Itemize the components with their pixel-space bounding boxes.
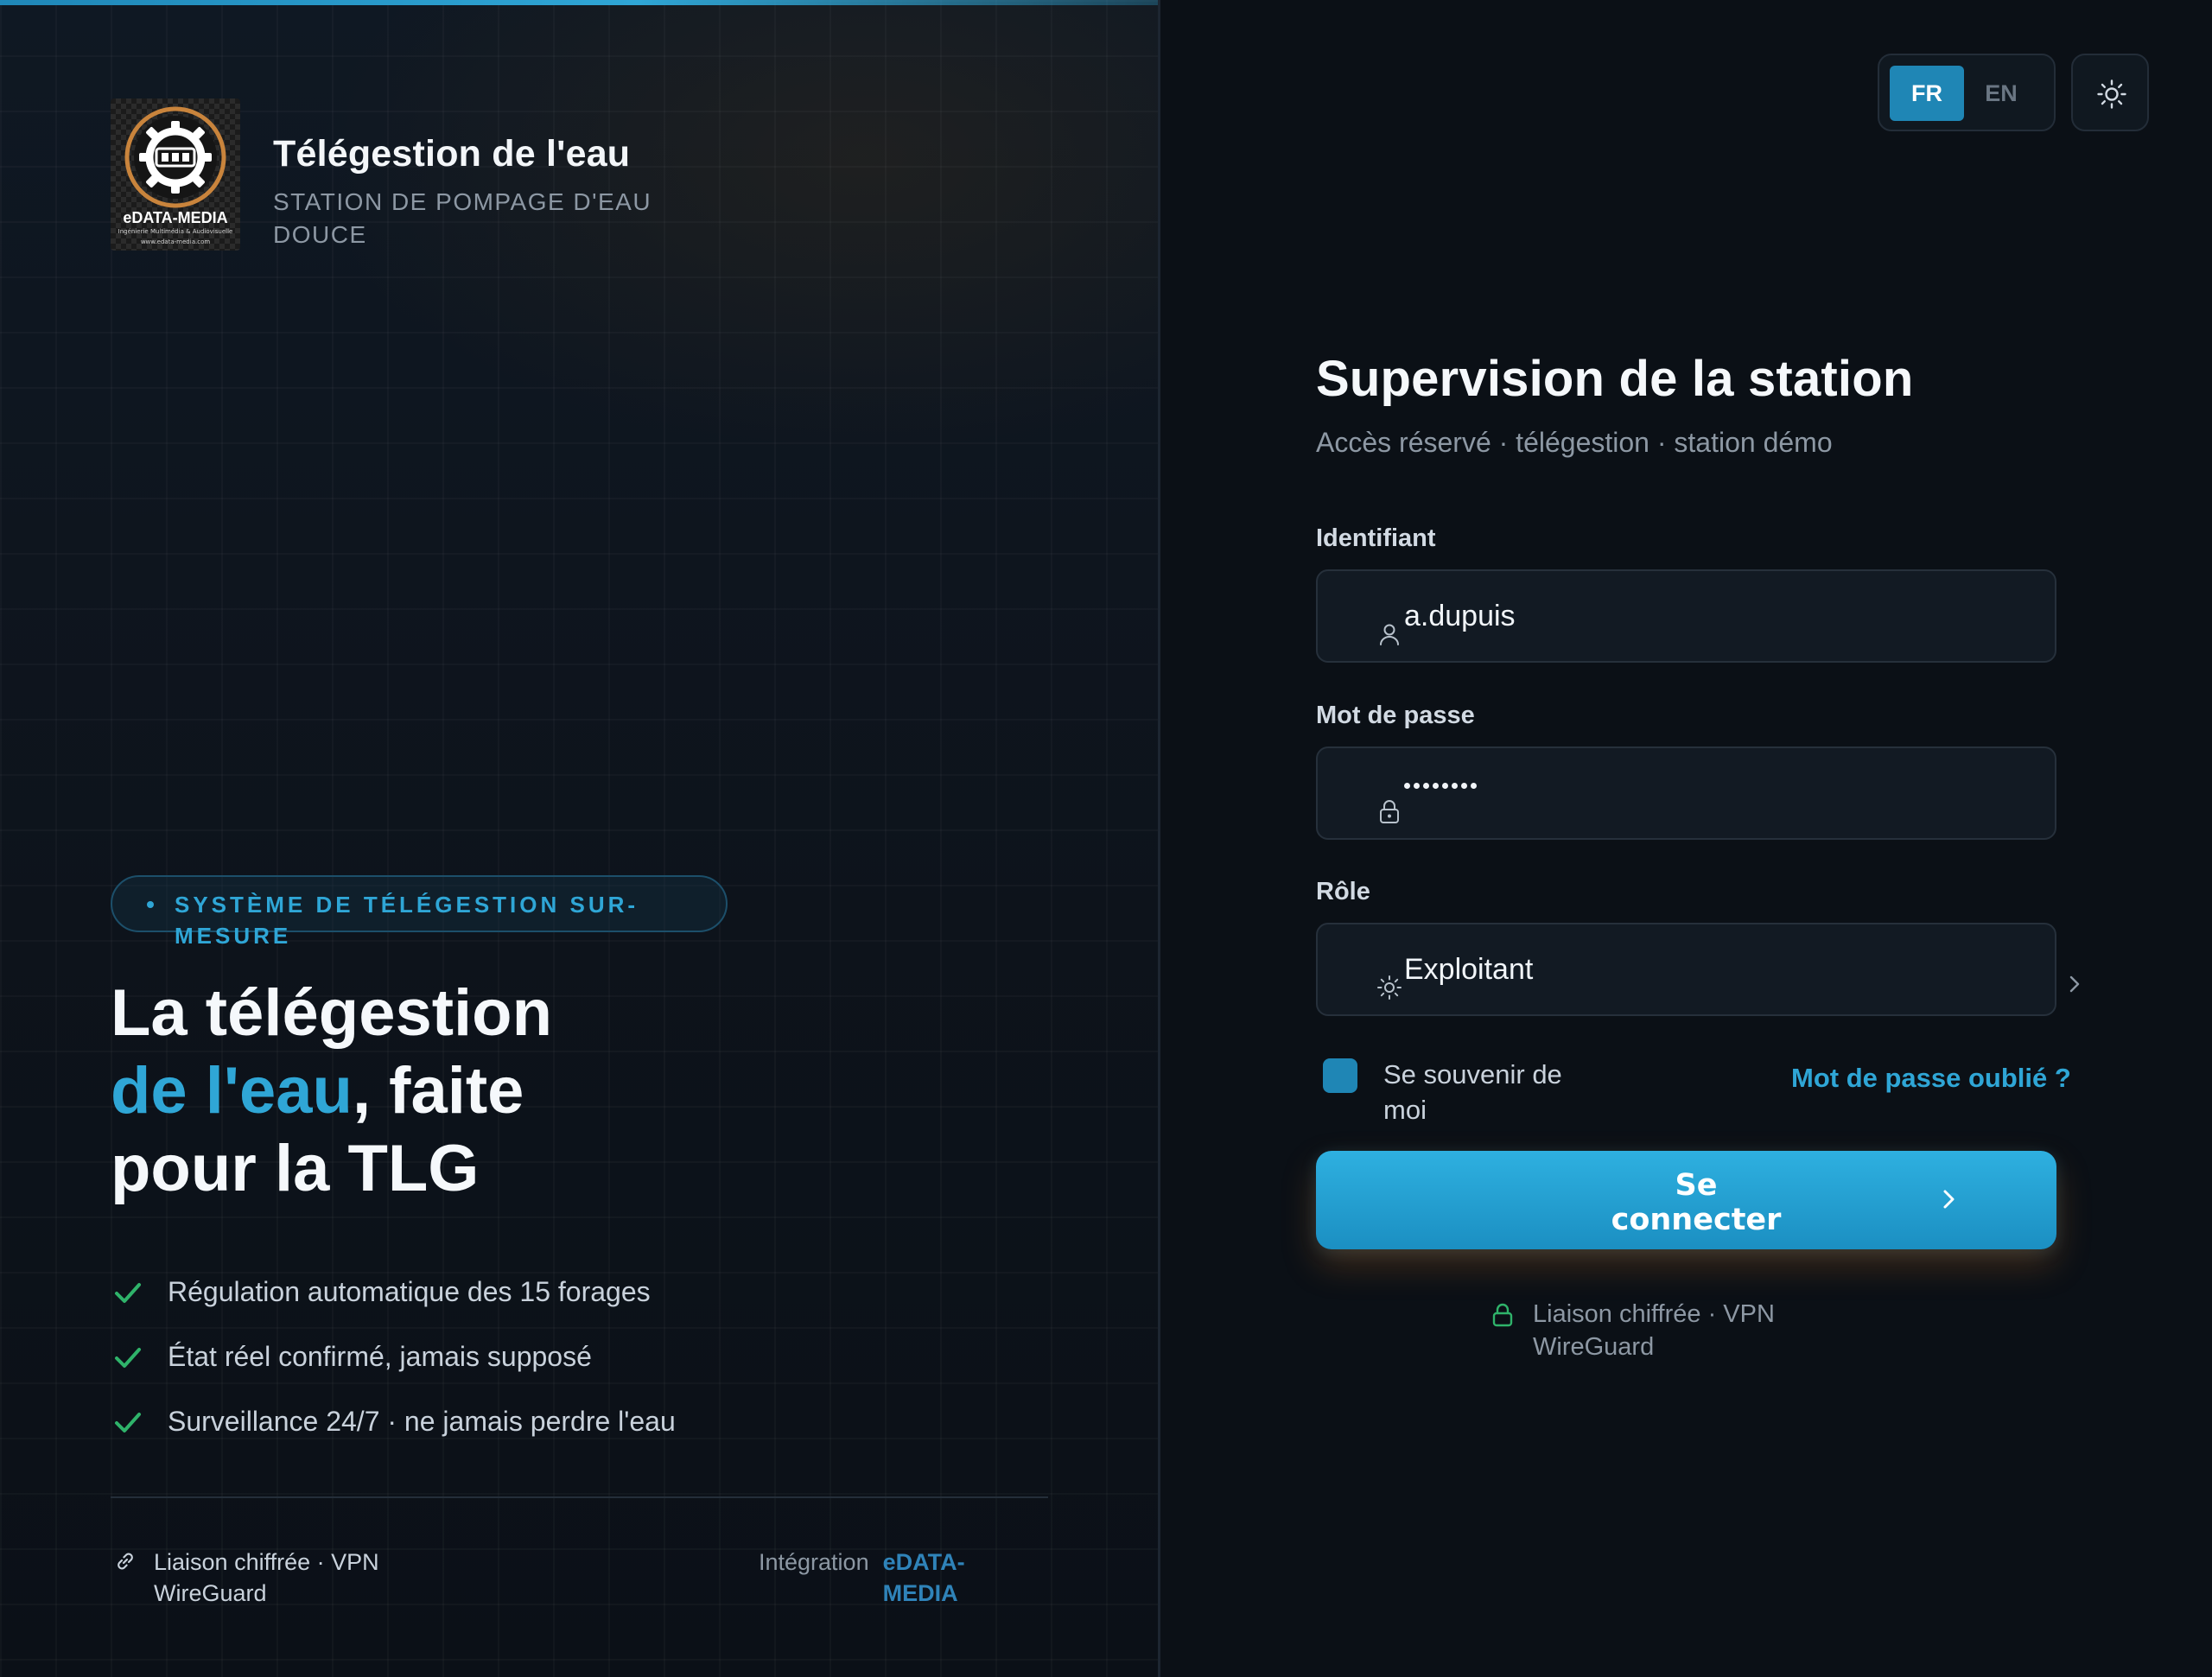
logo-url: www.edata-media.com xyxy=(140,238,211,245)
username-field[interactable] xyxy=(1316,569,2056,663)
remember-label: Se souvenir de moi xyxy=(1383,1059,1562,1125)
vpn-notice: Liaison chiffrée · VPN WireGuard xyxy=(114,1547,413,1609)
login-button-label: Se connecter xyxy=(1611,1168,1782,1237)
brand-subtitle: STATION DE POMPAGE D'EAU DOUCE xyxy=(273,188,652,248)
secure-connection-label: Liaison chiffrée · VPN WireGuard xyxy=(1533,1300,1775,1361)
hero-panel: eDATA-MEDIA Ingénierie Multimédia & Audi… xyxy=(0,0,1160,1677)
lang-en-button[interactable]: EN xyxy=(1964,66,2038,121)
logo-wordmark: eDATA-MEDIA xyxy=(123,209,228,226)
feature-label: État réel confirmé, jamais supposé xyxy=(168,1341,592,1372)
brand-text: Télégestion de l'eau STATION DE POMPAGE … xyxy=(273,133,653,251)
hero-line-2: , faite xyxy=(352,1054,524,1128)
feature-label: Régulation automatique des 15 forages xyxy=(168,1276,651,1307)
hero-line-3: pour la TLG xyxy=(111,1132,480,1205)
feature-list: Régulation automatique des 15 forages Ét… xyxy=(111,1260,676,1454)
role-value: Exploitant xyxy=(1404,953,1534,986)
role-label: Rôle xyxy=(1316,878,1370,905)
forgot-password-link[interactable]: Mot de passe oublié ? xyxy=(1791,1063,2071,1094)
login-title: Supervision de la station xyxy=(1316,351,1914,407)
brand-block: eDATA-MEDIA Ingénierie Multimédia & Audi… xyxy=(111,98,653,251)
password-label: Mot de passe xyxy=(1316,702,1475,729)
brand-title: Télégestion de l'eau xyxy=(273,133,631,175)
feature-label: Surveillance 24/7 · ne jamais perdre l'e… xyxy=(168,1406,676,1437)
badge-dot xyxy=(147,901,154,908)
lang-fr-button[interactable]: FR xyxy=(1890,66,1964,121)
footer-divider xyxy=(111,1496,1048,1498)
gear-film-icon xyxy=(124,106,226,208)
lock-icon xyxy=(1492,1303,1513,1327)
chevron-right-icon[interactable] xyxy=(2063,973,2086,995)
language-switch: FR EN xyxy=(1878,54,2056,131)
hero-accent: de l'eau xyxy=(111,1054,353,1128)
link-icon xyxy=(118,1553,133,1570)
secure-connection-note: Liaison chiffrée · VPN WireGuard xyxy=(1491,1298,1792,1363)
check-icon xyxy=(115,1347,141,1368)
role-select[interactable]: Exploitant xyxy=(1316,923,2056,1016)
edata-media-logo: eDATA-MEDIA Ingénierie Multimédia & Audi… xyxy=(111,98,240,251)
login-panel: FR EN Supervision de la station Accès ré… xyxy=(1160,0,2212,1677)
logo-tagline: Ingénierie Multimédia & Audiovisuelle xyxy=(118,228,233,235)
integration-credit: Intégration eDATA-MEDIA xyxy=(759,1547,987,1609)
feature-item: Surveillance 24/7 · ne jamais perdre l'e… xyxy=(111,1389,676,1454)
remember-me: Se souvenir de moi xyxy=(1323,1058,1582,1128)
integration-label: Intégration xyxy=(759,1549,869,1575)
lock-icon xyxy=(1380,800,1399,823)
system-badge: SYSTÈME DE TÉLÉGESTION SUR-MESURE xyxy=(111,875,728,949)
hero-heading: La télégestion de l'eau, faite pour la T… xyxy=(111,975,646,1208)
login-page: eDATA-MEDIA Ingénierie Multimédia & Audi… xyxy=(0,0,2212,1677)
user-icon xyxy=(1380,624,1399,645)
password-field[interactable] xyxy=(1316,746,2056,840)
chevron-right-icon xyxy=(1943,1190,1955,1209)
vpn-label: Liaison chiffrée · VPN WireGuard xyxy=(154,1549,379,1606)
password-input[interactable] xyxy=(1404,783,1480,789)
feature-item: État réel confirmé, jamais supposé xyxy=(111,1324,676,1389)
check-icon xyxy=(115,1282,141,1303)
theme-toggle-button[interactable] xyxy=(2071,54,2149,131)
remember-checkbox[interactable] xyxy=(1323,1058,1357,1093)
check-icon xyxy=(115,1412,141,1432)
top-accent-bar xyxy=(0,0,1158,5)
login-subtitle: Accès réservé · télégestion · station dé… xyxy=(1316,427,1833,458)
username-label: Identifiant xyxy=(1316,524,1436,552)
badge-label: SYSTÈME DE TÉLÉGESTION SUR-MESURE xyxy=(175,892,639,949)
hero-line-1: La télégestion xyxy=(111,976,552,1050)
feature-item: Régulation automatique des 15 forages xyxy=(111,1260,676,1324)
integration-brand-link[interactable]: eDATA-MEDIA xyxy=(883,1547,987,1609)
sun-icon xyxy=(2097,79,2126,109)
login-button[interactable]: Se connecter xyxy=(1316,1151,2056,1249)
sun-role-icon xyxy=(1377,975,1402,1000)
username-input[interactable] xyxy=(1404,571,2009,661)
